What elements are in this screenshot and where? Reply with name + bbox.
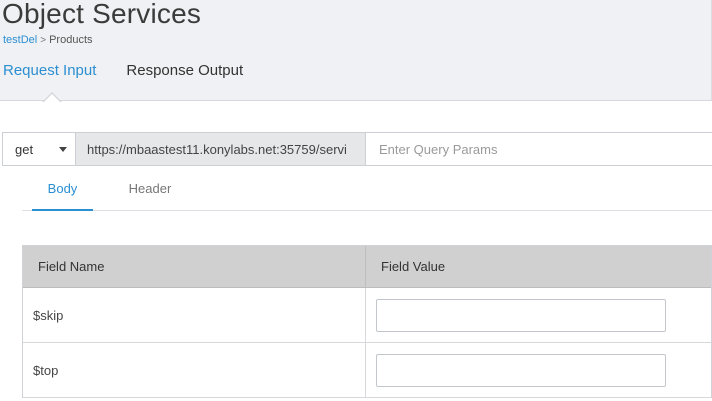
- field-name-top: $top: [23, 343, 366, 397]
- method-dropdown[interactable]: get: [3, 133, 76, 165]
- skip-value-input[interactable]: [376, 298, 666, 332]
- breadcrumb-link-testdel[interactable]: testDel: [3, 34, 37, 46]
- column-header-field-name: Field Name: [23, 246, 366, 287]
- field-value-cell: [366, 288, 711, 342]
- tab-header[interactable]: Header: [115, 170, 185, 211]
- field-name-skip: $skip: [23, 288, 366, 342]
- sub-tabs: Body Header: [22, 170, 712, 211]
- method-value: get: [15, 141, 34, 157]
- url-value: https://mbaastest11.konylabs.net:35759/s…: [87, 141, 347, 157]
- request-bar: get https://mbaastest11.konylabs.net:357…: [2, 132, 712, 166]
- tab-response-output[interactable]: Response Output: [123, 58, 246, 102]
- active-tab-indicator-inner: [43, 94, 61, 103]
- params-table: Field Name Field Value $skip $top: [22, 245, 712, 398]
- field-value-cell: [366, 343, 711, 397]
- top-value-input[interactable]: [376, 353, 666, 387]
- page-title: Object Services: [2, 0, 202, 29]
- table-row: $top: [23, 343, 711, 398]
- main-tabs: Request Input Response Output: [0, 58, 270, 102]
- query-params-input[interactable]: [366, 133, 712, 165]
- table-header: Field Name Field Value: [23, 246, 711, 288]
- column-header-field-value: Field Value: [381, 259, 446, 274]
- breadcrumb-current: Products: [49, 34, 93, 46]
- tab-body[interactable]: Body: [32, 170, 93, 211]
- breadcrumb: testDel > Products: [3, 34, 93, 46]
- chevron-down-icon: [59, 146, 67, 152]
- url-field[interactable]: https://mbaastest11.konylabs.net:35759/s…: [76, 133, 366, 165]
- table-row: $skip: [23, 288, 711, 343]
- breadcrumb-separator: >: [40, 34, 47, 46]
